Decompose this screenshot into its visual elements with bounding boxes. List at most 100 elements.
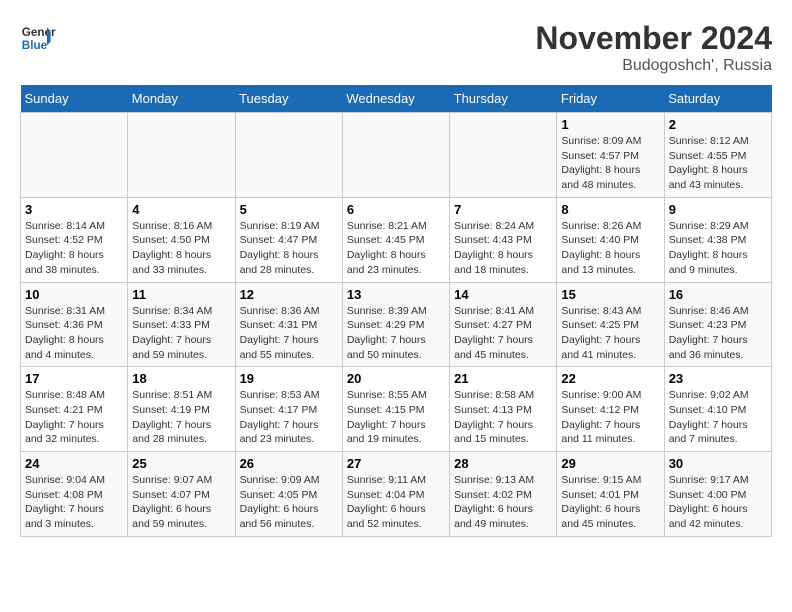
day-number: 10 xyxy=(25,287,123,302)
calendar-cell: 24 Sunrise: 9:04 AM Sunset: 4:08 PM Dayli… xyxy=(21,452,128,537)
calendar-cell: 16 Sunrise: 8:46 AM Sunset: 4:23 PM Dayli… xyxy=(664,282,771,367)
day-info: Sunrise: 8:53 AM Sunset: 4:17 PM Dayligh… xyxy=(240,388,338,447)
day-number: 6 xyxy=(347,202,445,217)
calendar-body: 1Sunrise: 8:09 AM Sunset: 4:57 PM Daylig… xyxy=(21,113,772,537)
day-number: 4 xyxy=(132,202,230,217)
day-number: 11 xyxy=(132,287,230,302)
day-info: Sunrise: 9:11 AM Sunset: 4:04 PM Dayligh… xyxy=(347,473,445,532)
calendar-cell: 26 Sunrise: 9:09 AM Sunset: 4:05 PM Dayli… xyxy=(235,452,342,537)
day-info: Sunrise: 9:04 AM Sunset: 4:08 PM Dayligh… xyxy=(25,473,123,532)
day-number: 19 xyxy=(240,371,338,386)
day-number: 25 xyxy=(132,456,230,471)
day-info: Sunrise: 9:07 AM Sunset: 4:07 PM Dayligh… xyxy=(132,473,230,532)
day-number: 26 xyxy=(240,456,338,471)
calendar-cell xyxy=(21,113,128,198)
day-number: 28 xyxy=(454,456,552,471)
header-day-tuesday: Tuesday xyxy=(235,85,342,113)
month-title: November 2024 xyxy=(535,20,772,57)
calendar-cell: 29 Sunrise: 9:15 AM Sunset: 4:01 PM Dayli… xyxy=(557,452,664,537)
day-info: Sunrise: 8:16 AM Sunset: 4:50 PM Dayligh… xyxy=(132,219,230,278)
header-day-friday: Friday xyxy=(557,85,664,113)
calendar-cell: 22Sunrise: 9:00 AM Sunset: 4:12 PM Dayli… xyxy=(557,367,664,452)
calendar-cell: 20Sunrise: 8:55 AM Sunset: 4:15 PM Dayli… xyxy=(342,367,449,452)
calendar-cell: 4 Sunrise: 8:16 AM Sunset: 4:50 PM Daylig… xyxy=(128,197,235,282)
calendar-cell: 10 Sunrise: 8:31 AM Sunset: 4:36 PM Dayli… xyxy=(21,282,128,367)
calendar-cell: 6 Sunrise: 8:21 AM Sunset: 4:45 PM Daylig… xyxy=(342,197,449,282)
header-day-wednesday: Wednesday xyxy=(342,85,449,113)
day-info: Sunrise: 8:58 AM Sunset: 4:13 PM Dayligh… xyxy=(454,388,552,447)
day-info: Sunrise: 9:15 AM Sunset: 4:01 PM Dayligh… xyxy=(561,473,659,532)
calendar-cell: 3Sunrise: 8:14 AM Sunset: 4:52 PM Daylig… xyxy=(21,197,128,282)
calendar-cell xyxy=(235,113,342,198)
day-info: Sunrise: 8:34 AM Sunset: 4:33 PM Dayligh… xyxy=(132,304,230,363)
calendar-cell: 11 Sunrise: 8:34 AM Sunset: 4:33 PM Dayli… xyxy=(128,282,235,367)
day-info: Sunrise: 8:39 AM Sunset: 4:29 PM Dayligh… xyxy=(347,304,445,363)
calendar-cell: 9 Sunrise: 8:29 AM Sunset: 4:38 PM Daylig… xyxy=(664,197,771,282)
day-number: 12 xyxy=(240,287,338,302)
day-number: 22 xyxy=(561,371,659,386)
day-info: Sunrise: 8:31 AM Sunset: 4:36 PM Dayligh… xyxy=(25,304,123,363)
calendar-cell: 30Sunrise: 9:17 AM Sunset: 4:00 PM Dayli… xyxy=(664,452,771,537)
calendar-cell: 17 Sunrise: 8:48 AM Sunset: 4:21 PM Dayli… xyxy=(21,367,128,452)
day-info: Sunrise: 9:09 AM Sunset: 4:05 PM Dayligh… xyxy=(240,473,338,532)
day-info: Sunrise: 8:21 AM Sunset: 4:45 PM Dayligh… xyxy=(347,219,445,278)
logo: General Blue xyxy=(20,20,56,56)
day-info: Sunrise: 8:29 AM Sunset: 4:38 PM Dayligh… xyxy=(669,219,767,278)
day-number: 3 xyxy=(25,202,123,217)
day-number: 17 xyxy=(25,371,123,386)
day-number: 27 xyxy=(347,456,445,471)
day-number: 18 xyxy=(132,371,230,386)
calendar-cell: 12 Sunrise: 8:36 AM Sunset: 4:31 PM Dayli… xyxy=(235,282,342,367)
day-number: 7 xyxy=(454,202,552,217)
calendar-cell: 2Sunrise: 8:12 AM Sunset: 4:55 PM Daylig… xyxy=(664,113,771,198)
header-day-sunday: Sunday xyxy=(21,85,128,113)
day-info: Sunrise: 8:26 AM Sunset: 4:40 PM Dayligh… xyxy=(561,219,659,278)
svg-text:Blue: Blue xyxy=(22,39,48,52)
day-number: 24 xyxy=(25,456,123,471)
calendar-cell xyxy=(128,113,235,198)
calendar-cell: 15 Sunrise: 8:43 AM Sunset: 4:25 PM Dayli… xyxy=(557,282,664,367)
day-number: 2 xyxy=(669,117,767,132)
day-number: 9 xyxy=(669,202,767,217)
day-info: Sunrise: 8:55 AM Sunset: 4:15 PM Dayligh… xyxy=(347,388,445,447)
day-info: Sunrise: 8:09 AM Sunset: 4:57 PM Dayligh… xyxy=(561,134,659,193)
day-number: 21 xyxy=(454,371,552,386)
day-number: 5 xyxy=(240,202,338,217)
day-number: 15 xyxy=(561,287,659,302)
calendar-week-1: 1Sunrise: 8:09 AM Sunset: 4:57 PM Daylig… xyxy=(21,113,772,198)
day-info: Sunrise: 8:24 AM Sunset: 4:43 PM Dayligh… xyxy=(454,219,552,278)
day-number: 23 xyxy=(669,371,767,386)
calendar-header-row: SundayMondayTuesdayWednesdayThursdayFrid… xyxy=(21,85,772,113)
day-info: Sunrise: 8:41 AM Sunset: 4:27 PM Dayligh… xyxy=(454,304,552,363)
header-day-thursday: Thursday xyxy=(450,85,557,113)
calendar-cell: 14 Sunrise: 8:41 AM Sunset: 4:27 PM Dayli… xyxy=(450,282,557,367)
day-number: 13 xyxy=(347,287,445,302)
header-day-monday: Monday xyxy=(128,85,235,113)
calendar-week-2: 3Sunrise: 8:14 AM Sunset: 4:52 PM Daylig… xyxy=(21,197,772,282)
day-info: Sunrise: 8:51 AM Sunset: 4:19 PM Dayligh… xyxy=(132,388,230,447)
calendar-cell: 25 Sunrise: 9:07 AM Sunset: 4:07 PM Dayli… xyxy=(128,452,235,537)
day-info: Sunrise: 8:43 AM Sunset: 4:25 PM Dayligh… xyxy=(561,304,659,363)
calendar-cell xyxy=(450,113,557,198)
day-number: 14 xyxy=(454,287,552,302)
calendar-week-4: 17 Sunrise: 8:48 AM Sunset: 4:21 PM Dayli… xyxy=(21,367,772,452)
calendar-week-5: 24 Sunrise: 9:04 AM Sunset: 4:08 PM Dayli… xyxy=(21,452,772,537)
day-number: 16 xyxy=(669,287,767,302)
svg-text:General: General xyxy=(22,26,56,39)
title-block: November 2024 Budogoshch', Russia xyxy=(535,20,772,75)
calendar-table: SundayMondayTuesdayWednesdayThursdayFrid… xyxy=(20,85,772,537)
page-header: General Blue November 2024 Budogoshch', … xyxy=(20,20,772,75)
calendar-cell: 13 Sunrise: 8:39 AM Sunset: 4:29 PM Dayli… xyxy=(342,282,449,367)
day-info: Sunrise: 8:46 AM Sunset: 4:23 PM Dayligh… xyxy=(669,304,767,363)
day-info: Sunrise: 8:48 AM Sunset: 4:21 PM Dayligh… xyxy=(25,388,123,447)
calendar-cell: 28Sunrise: 9:13 AM Sunset: 4:02 PM Dayli… xyxy=(450,452,557,537)
calendar-cell xyxy=(342,113,449,198)
calendar-cell: 1Sunrise: 8:09 AM Sunset: 4:57 PM Daylig… xyxy=(557,113,664,198)
day-info: Sunrise: 9:02 AM Sunset: 4:10 PM Dayligh… xyxy=(669,388,767,447)
calendar-cell: 7 Sunrise: 8:24 AM Sunset: 4:43 PM Daylig… xyxy=(450,197,557,282)
calendar-cell: 5Sunrise: 8:19 AM Sunset: 4:47 PM Daylig… xyxy=(235,197,342,282)
day-info: Sunrise: 8:36 AM Sunset: 4:31 PM Dayligh… xyxy=(240,304,338,363)
day-number: 29 xyxy=(561,456,659,471)
location-subtitle: Budogoshch', Russia xyxy=(535,57,772,75)
header-day-saturday: Saturday xyxy=(664,85,771,113)
